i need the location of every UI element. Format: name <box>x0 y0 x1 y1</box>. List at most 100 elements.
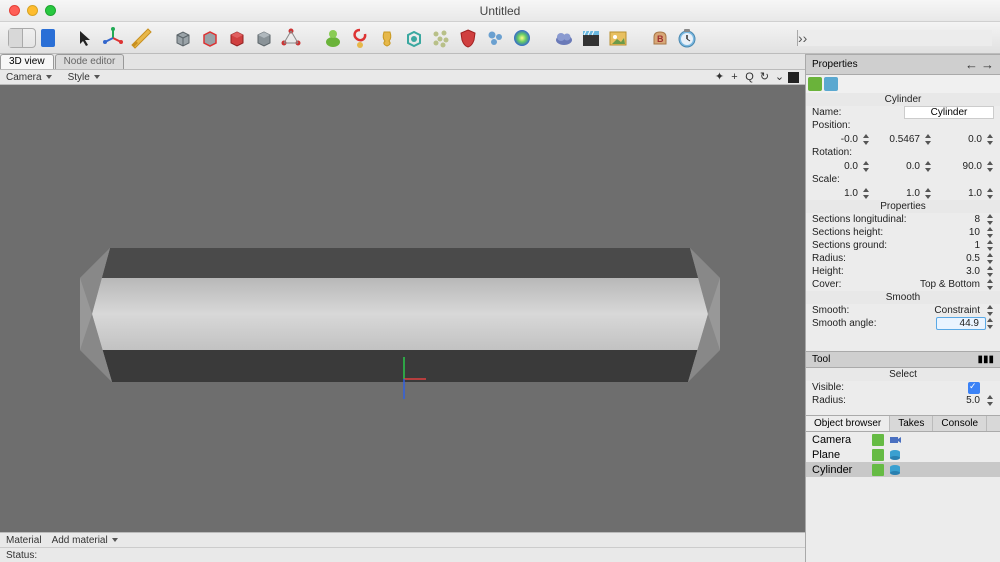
particles-icon[interactable] <box>429 26 453 50</box>
axis-gizmo-icon <box>388 355 428 401</box>
style-dropdown[interactable]: Style <box>68 72 100 83</box>
smooth-angle-field[interactable]: 44.9 <box>936 317 986 330</box>
rotation-fields: 0.0 0.0 90.0 <box>806 159 1000 173</box>
rot-x-field[interactable]: 0.0 <box>810 159 872 173</box>
cover-label: Cover: <box>812 279 906 290</box>
prop-tab-object-icon[interactable] <box>808 77 822 91</box>
material-swatch-icon <box>872 434 884 446</box>
object-type-label: Cylinder <box>806 93 1000 106</box>
smooth-dropdown[interactable]: Constraint <box>926 305 986 316</box>
status-label: Status: <box>6 550 37 561</box>
smooth-label: Smooth: <box>812 305 926 316</box>
window-title: Untitled <box>0 4 1000 18</box>
sections-height-field[interactable]: 10 <box>936 227 986 238</box>
ruler-tool-icon[interactable] <box>129 26 153 50</box>
name-label: Name: <box>812 107 904 118</box>
tool-radius-label: Radius: <box>812 395 936 406</box>
molecule-icon[interactable] <box>483 26 507 50</box>
prop-forward-icon[interactable]: → <box>981 57 994 72</box>
spiral-icon[interactable] <box>348 26 372 50</box>
cube-red-icon[interactable] <box>225 26 249 50</box>
cube-edge-icon[interactable] <box>198 26 222 50</box>
axis-tool-icon[interactable] <box>101 26 125 50</box>
sections-height-label: Sections height: <box>812 227 936 238</box>
yellow-vase-icon[interactable] <box>375 26 399 50</box>
scale-y-field[interactable]: 1.0 <box>872 186 934 200</box>
main-toolbar: B ›› <box>0 22 1000 54</box>
viewport-3d[interactable] <box>0 85 805 532</box>
scale-x-field[interactable]: 1.0 <box>810 186 872 200</box>
tab-object-browser[interactable]: Object browser <box>806 416 890 431</box>
add-material-dropdown[interactable]: Add material <box>52 535 118 546</box>
pos-x-field[interactable]: -0.0 <box>810 132 872 146</box>
position-label: Position: <box>812 120 994 131</box>
object-item-plane[interactable]: Plane <box>806 447 1000 462</box>
teal-frame-icon[interactable] <box>402 26 426 50</box>
image-icon[interactable] <box>606 26 630 50</box>
svg-text:B: B <box>657 34 664 44</box>
prop-tab-mesh-icon[interactable] <box>824 77 838 91</box>
tool-select-label: Select <box>806 368 1000 381</box>
camera-dropdown[interactable]: Camera <box>6 72 52 83</box>
cloud-icon[interactable] <box>552 26 576 50</box>
green-blob-icon[interactable] <box>321 26 345 50</box>
cover-dropdown[interactable]: Top & Bottom <box>906 279 986 290</box>
panel-dropdown-button[interactable] <box>41 29 55 47</box>
vp-rotate-icon[interactable]: ↻ <box>758 71 771 84</box>
sections-long-field[interactable]: 8 <box>936 214 986 225</box>
material-label: Material <box>6 535 42 546</box>
vp-search-icon[interactable]: Q <box>743 71 756 84</box>
viewport-subbar: Camera Style ✦ + Q ↻ ⌄ <box>0 69 805 85</box>
object-item-camera[interactable]: Camera <box>806 432 1000 447</box>
scale-z-field[interactable]: 1.0 <box>934 186 996 200</box>
material-bar: Material Add material <box>0 532 805 547</box>
clapper-icon[interactable] <box>579 26 603 50</box>
material-swatch-icon <box>872 464 884 476</box>
tool-radius-field[interactable]: 5.0 <box>936 395 986 406</box>
sphere-rainbow-icon[interactable] <box>510 26 534 50</box>
toolbar-overflow-icon[interactable]: ›› <box>797 30 992 46</box>
tool-visible-label: Visible: <box>812 382 968 393</box>
sidebar-toggle-button[interactable] <box>8 28 36 48</box>
name-input[interactable] <box>904 106 994 119</box>
vp-target-icon[interactable]: ✦ <box>713 71 726 84</box>
pos-y-field[interactable]: 0.5467 <box>872 132 934 146</box>
rot-y-field[interactable]: 0.0 <box>872 159 934 173</box>
height-field[interactable]: 3.0 <box>936 266 986 277</box>
radius-field[interactable]: 0.5 <box>936 253 986 264</box>
properties-subheader: Properties <box>806 200 1000 213</box>
prop-back-icon[interactable]: ← <box>965 57 978 72</box>
bake-icon[interactable]: B <box>648 26 672 50</box>
window-titlebar: Untitled <box>0 0 1000 22</box>
tab-console[interactable]: Console <box>933 416 987 431</box>
rotation-label: Rotation: <box>812 147 994 158</box>
position-fields: -0.0 0.5467 0.0 <box>806 132 1000 146</box>
rot-z-field[interactable]: 90.0 <box>934 159 996 173</box>
smooth-angle-label: Smooth angle: <box>812 318 936 329</box>
pos-z-field[interactable]: 0.0 <box>934 132 996 146</box>
vp-plus-icon[interactable]: + <box>728 71 741 84</box>
radius-label: Radius: <box>812 253 936 264</box>
shield-icon[interactable] <box>456 26 480 50</box>
tool-panel-header: Tool ▮▮▮ <box>806 351 1000 368</box>
cube-solid-icon[interactable] <box>252 26 276 50</box>
clock-icon[interactable] <box>675 26 699 50</box>
vp-fullscreen-icon[interactable] <box>788 72 799 83</box>
object-list: Camera Plane Cylinder <box>806 432 1000 477</box>
cube-wire-icon[interactable] <box>171 26 195 50</box>
tool-visible-checkbox[interactable] <box>968 382 980 394</box>
view-tabs: 3D view Node editor <box>0 54 805 69</box>
tab-3d-view[interactable]: 3D view <box>0 54 54 69</box>
tab-takes[interactable]: Takes <box>890 416 933 431</box>
properties-tabs <box>806 75 1000 93</box>
tool-bar-chart-icon[interactable]: ▮▮▮ <box>977 354 994 365</box>
properties-panel-header: Properties ←→ <box>806 54 1000 75</box>
object-item-cylinder[interactable]: Cylinder <box>806 462 1000 477</box>
sections-long-label: Sections longitudinal: <box>812 214 936 225</box>
vp-caret-icon[interactable]: ⌄ <box>773 71 786 84</box>
sections-ground-field[interactable]: 1 <box>936 240 986 251</box>
vertex-tool-icon[interactable] <box>279 26 303 50</box>
cylinder-small-icon <box>889 449 901 461</box>
tab-node-editor[interactable]: Node editor <box>55 54 125 69</box>
cursor-tool-icon[interactable] <box>73 26 97 50</box>
